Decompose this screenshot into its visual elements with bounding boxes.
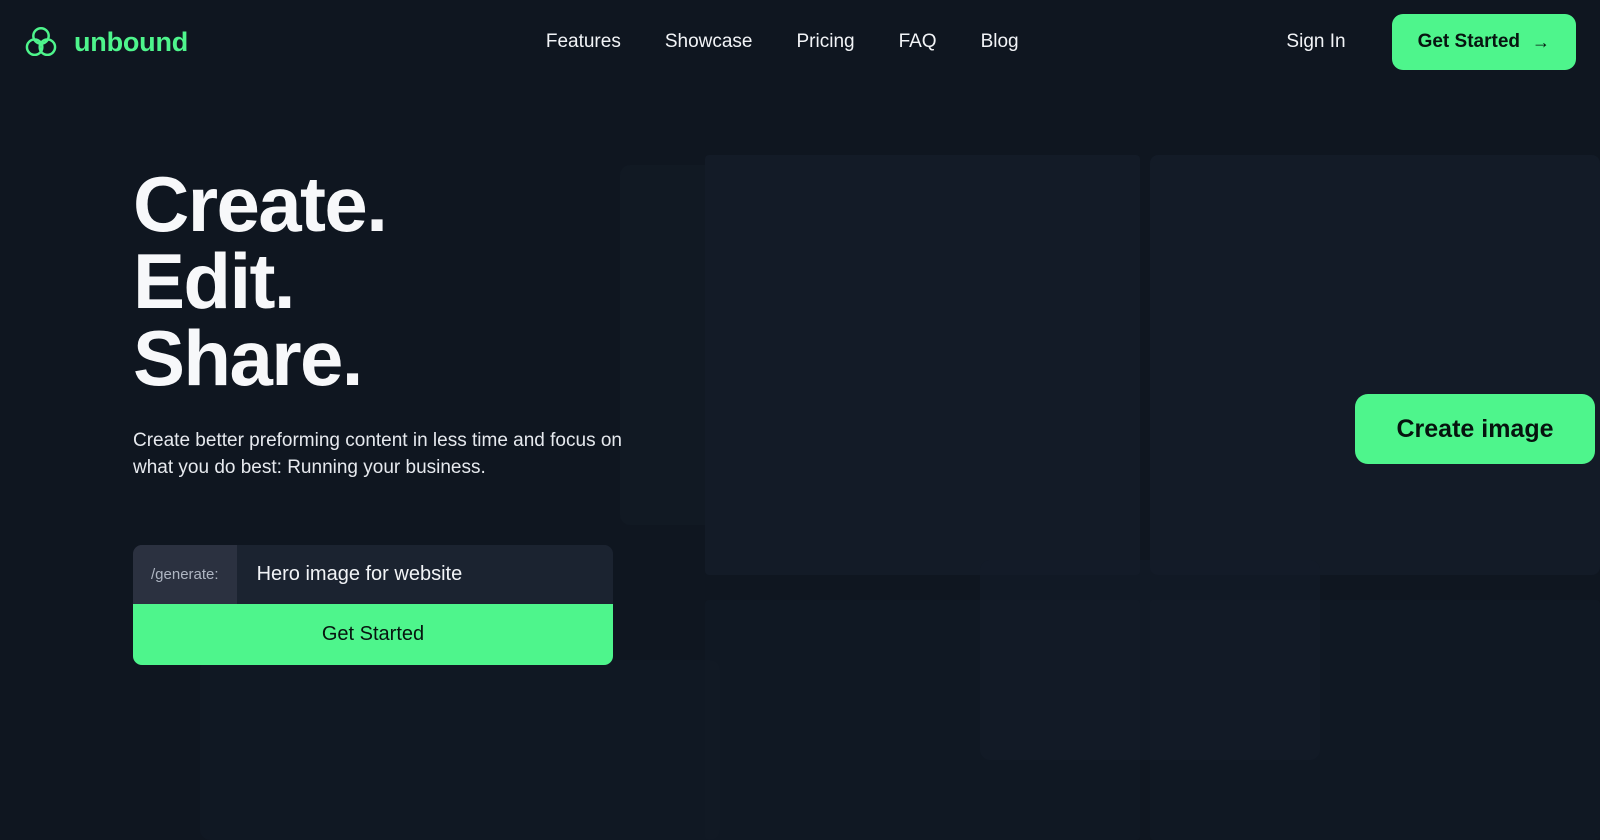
get-started-button[interactable]: Get Started → [1392,14,1576,70]
prompt-input[interactable]: Hero image for website [237,545,613,604]
nav-link-features[interactable]: Features [546,31,621,53]
prompt-command-tag: /generate: [133,545,237,604]
nav-link-pricing[interactable]: Pricing [797,31,855,53]
nav-link-faq[interactable]: FAQ [899,31,937,53]
prompt-get-started-button[interactable]: Get Started [133,604,613,665]
headline-line-3: Share. [133,320,693,397]
page-title: Create. Edit. Share. [133,166,693,398]
prompt-input-row: /generate: Hero image for website [133,545,613,604]
hero-visual: Create image A [693,166,1600,706]
brand-logo[interactable]: unbound [22,23,188,61]
hero-copy: Create. Edit. Share. Create better prefo… [133,166,693,706]
nav-link-blog[interactable]: Blog [981,31,1019,53]
brand-name: unbound [74,27,188,58]
prompt-composer: /generate: Hero image for website Get St… [133,545,613,665]
site-header: unbound Features Showcase Pricing FAQ Bl… [0,0,1600,84]
headline-line-1: Create. [133,166,693,243]
header-actions: Sign In Get Started → [1286,14,1576,70]
arrow-right-icon: → [1532,33,1550,51]
create-image-button[interactable]: Create image [1355,394,1595,464]
main-nav: Features Showcase Pricing FAQ Blog [278,31,1286,53]
hero-section: Create. Edit. Share. Create better prefo… [0,84,1600,706]
sign-in-link[interactable]: Sign In [1286,31,1345,53]
trefoil-logo-icon [22,23,60,61]
nav-link-showcase[interactable]: Showcase [665,31,753,53]
headline-line-2: Edit. [133,243,693,320]
get-started-button-label: Get Started [1418,31,1520,53]
hero-subtitle: Create better preforming content in less… [133,428,625,482]
